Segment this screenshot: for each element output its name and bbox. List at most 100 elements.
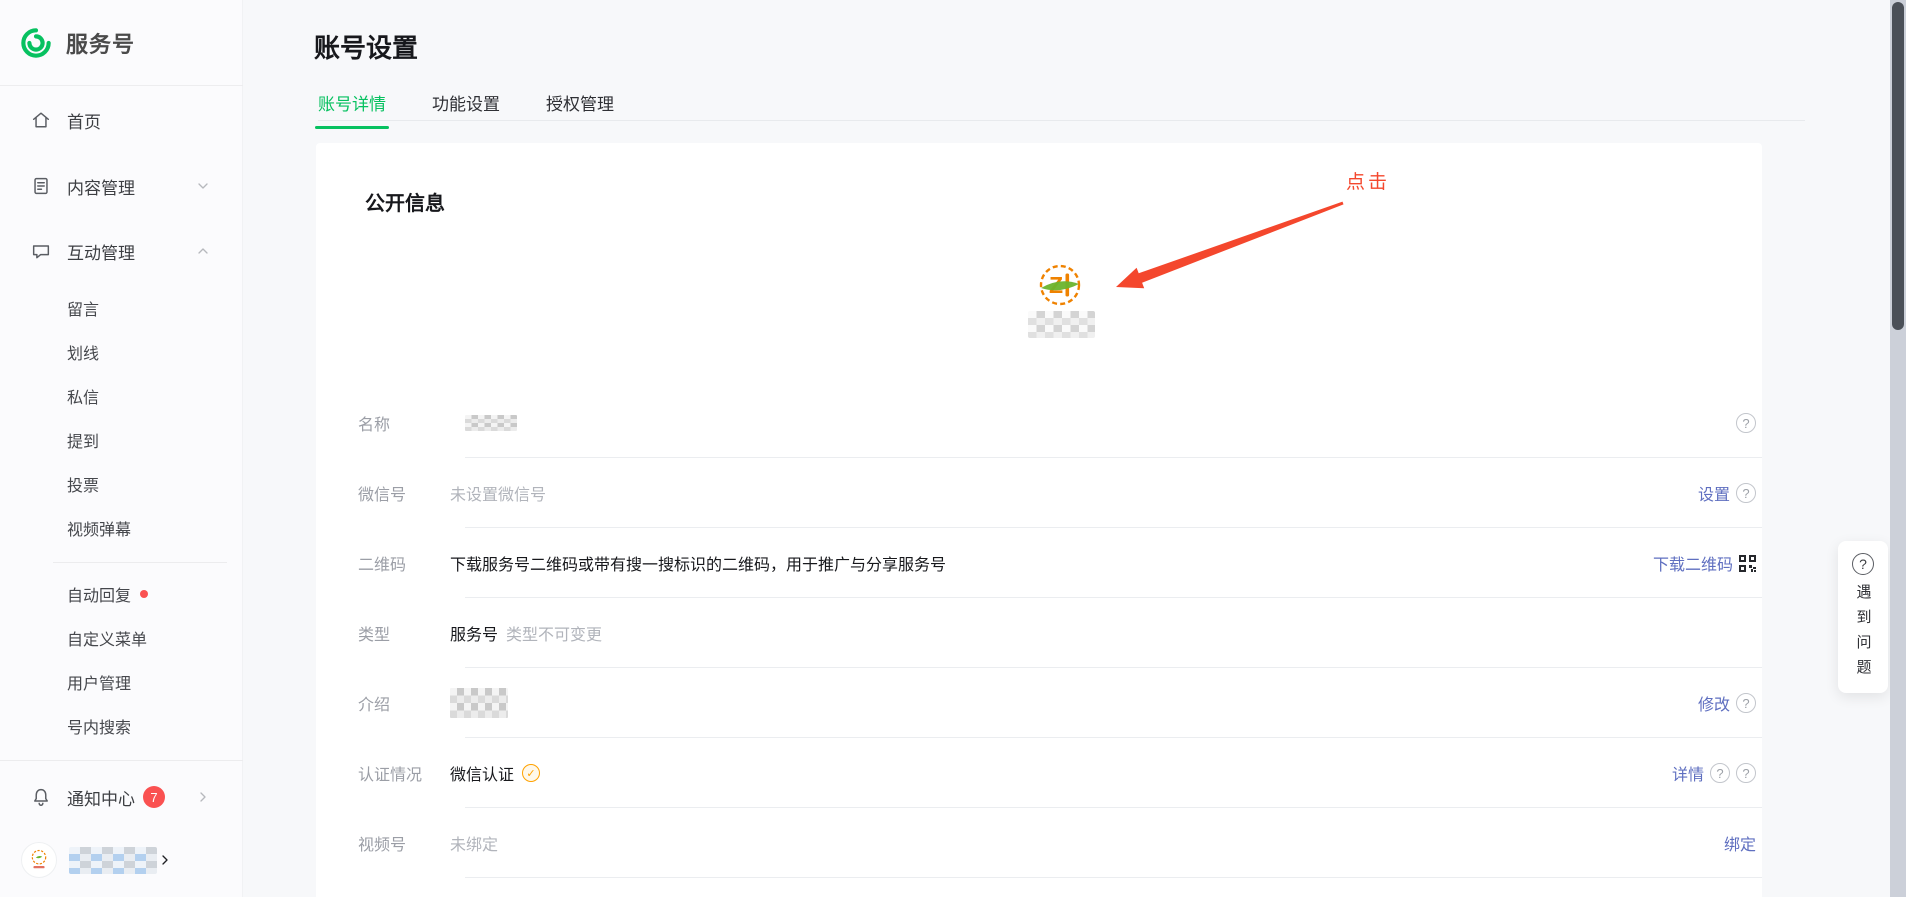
bind-channels-link[interactable]: 绑定 (1724, 831, 1756, 855)
help-panel-label: 遇到问题 (1853, 584, 1874, 684)
sidebar-item-underlines[interactable]: 划线 (0, 338, 243, 366)
sidebar-item-notifications[interactable]: 通知中心 7 (0, 780, 243, 814)
sidebar-divider (53, 562, 227, 563)
verification-value: 微信认证 (450, 761, 514, 785)
brand-logo-icon (19, 26, 53, 60)
sidebar-item-account-search[interactable]: 号内搜索 (0, 712, 243, 740)
account-name-redacted (69, 847, 157, 874)
tab-account-details[interactable]: 账号详情 (318, 90, 386, 129)
chevron-up-icon (195, 243, 211, 259)
sidebar-divider (0, 760, 243, 761)
field-value: 未设置微信号 (450, 481, 546, 505)
check-glyph: ✓ (526, 767, 535, 780)
table-row-channels: 视频号 未绑定 绑定 (316, 808, 1762, 878)
sidebar-item-home[interactable]: 首页 (0, 104, 243, 136)
scrollbar-thumb[interactable] (1892, 2, 1904, 330)
tab-bar-divider (318, 120, 1805, 121)
field-label: 类型 (358, 621, 390, 645)
app-window: 服务号 首页 内容管理 (0, 0, 1906, 897)
download-qrcode-link[interactable]: 下载二维码 (1653, 551, 1733, 575)
table-row-qrcode: 二维码 下载服务号二维码或带有搜一搜标识的二维码，用于推广与分享服务号 下载二维… (316, 528, 1762, 598)
sidebar-item-video-danmu[interactable]: 视频弹幕 (0, 514, 243, 542)
sidebar-item-label: 互动管理 (67, 239, 135, 264)
help-icon[interactable]: ? (1736, 763, 1756, 783)
table-row-wechat-id: 微信号 未设置微信号 设置 ? (316, 458, 1762, 528)
field-label: 名称 (358, 411, 390, 435)
page-title: 账号设置 (314, 28, 418, 65)
table-row-verification: 认证情况 微信认证 ✓ 详情 ? ? (316, 738, 1762, 808)
sidebar-item-custom-menu[interactable]: 自定义菜单 (0, 624, 243, 652)
tab-authorization-mgmt[interactable]: 授权管理 (546, 90, 614, 129)
account-avatar (21, 842, 57, 878)
help-icon: ? (1852, 553, 1874, 575)
scrollbar-track[interactable] (1890, 0, 1906, 897)
sidebar-item-label: 投票 (67, 472, 99, 496)
field-value: 微信认证 ✓ (450, 761, 540, 785)
sidebar-item-private-msg[interactable]: 私信 (0, 382, 243, 410)
sidebar-account-switcher[interactable] (0, 838, 243, 882)
help-glyph: ? (1742, 416, 1749, 431)
sidebar-item-mentions[interactable]: 提到 (0, 426, 243, 454)
help-glyph: ? (1742, 766, 1749, 781)
notification-badge: 7 (143, 786, 165, 808)
table-row-name: 名称 ? (316, 388, 1762, 458)
tab-feature-settings[interactable]: 功能设置 (432, 90, 500, 129)
account-logo-avatar[interactable]: Z (1036, 261, 1084, 309)
field-label: 视频号 (358, 831, 406, 855)
annotation-click-label: 点击 (1346, 167, 1390, 194)
field-label: 微信号 (358, 481, 406, 505)
table-row-type: 类型 服务号 类型不可变更 (316, 598, 1762, 668)
sidebar-item-interaction-mgmt[interactable]: 互动管理 (0, 235, 243, 267)
chevron-down-icon (195, 178, 211, 194)
sidebar-item-label: 视频弹幕 (67, 516, 131, 540)
field-value: 未绑定 (450, 831, 498, 855)
chevron-right-icon (157, 852, 173, 868)
sidebar-item-label: 首页 (67, 108, 101, 133)
sidebar-item-content-mgmt[interactable]: 内容管理 (0, 170, 243, 202)
intro-value-redacted (450, 688, 508, 718)
help-glyph: ? (1742, 486, 1749, 501)
name-value-redacted (465, 415, 517, 431)
account-name-redacted (1028, 311, 1095, 338)
annotation-arrow (1106, 198, 1366, 303)
document-icon (30, 175, 52, 197)
field-label: 认证情况 (358, 761, 422, 785)
sidebar-item-auto-reply[interactable]: 自动回复 (0, 580, 243, 608)
sidebar-item-label: 提到 (67, 428, 99, 452)
help-icon[interactable]: ? (1736, 693, 1756, 713)
field-label: 介绍 (358, 691, 390, 715)
sidebar-item-label: 通知中心 (67, 785, 135, 810)
help-icon[interactable]: ? (1736, 483, 1756, 503)
field-value: 服务号 类型不可变更 (450, 621, 602, 645)
help-glyph: ? (1742, 696, 1749, 711)
sidebar-item-label: 留言 (67, 296, 99, 320)
help-icon[interactable]: ? (1710, 763, 1730, 783)
field-label: 二维码 (358, 551, 406, 575)
sidebar-item-label: 私信 (67, 384, 99, 408)
row-divider (465, 877, 1762, 878)
sidebar-item-votes[interactable]: 投票 (0, 470, 243, 498)
sidebar-item-label: 自定义菜单 (67, 626, 147, 650)
set-wechat-id-link[interactable]: 设置 (1698, 481, 1730, 505)
chevron-right-icon (195, 789, 211, 805)
bell-icon (30, 786, 52, 808)
brand-header: 服务号 (0, 0, 243, 86)
sidebar-item-label: 自动回复 (67, 582, 131, 606)
unread-dot (140, 590, 148, 598)
qrcode-icon[interactable] (1739, 555, 1756, 572)
sidebar-item-label: 用户管理 (67, 670, 131, 694)
sidebar: 服务号 首页 内容管理 (0, 0, 243, 897)
tab-bar: 账号详情 功能设置 授权管理 (318, 90, 614, 129)
verification-details-link[interactable]: 详情 (1672, 761, 1704, 785)
sidebar-item-label: 内容管理 (67, 174, 135, 199)
sidebar-item-label: 划线 (67, 340, 99, 364)
help-floating-panel[interactable]: ? 遇到问题 (1838, 541, 1888, 693)
type-value: 服务号 (450, 621, 498, 645)
help-icon[interactable]: ? (1736, 413, 1756, 433)
sidebar-item-comments[interactable]: 留言 (0, 294, 243, 322)
table-row-intro: 介绍 修改 ? (316, 668, 1762, 738)
field-value: 下载服务号二维码或带有搜一搜标识的二维码，用于推广与分享服务号 (450, 551, 946, 575)
chat-bubble-icon (30, 240, 52, 262)
modify-intro-link[interactable]: 修改 (1698, 691, 1730, 715)
sidebar-item-user-mgmt[interactable]: 用户管理 (0, 668, 243, 696)
